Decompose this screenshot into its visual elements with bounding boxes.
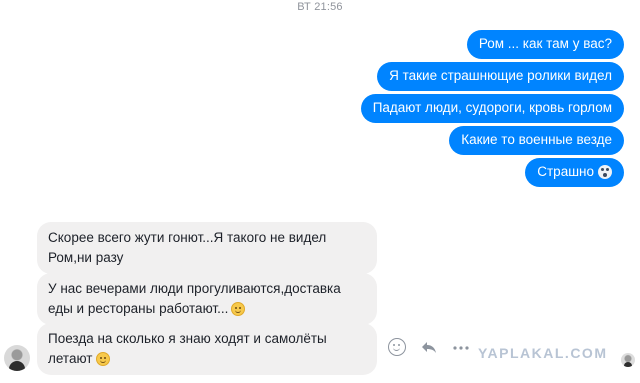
incoming-message[interactable]: Скорее всего жути гонют...Я такого не ви… <box>37 222 377 274</box>
message-line: У нас вечерами люди прогуливаются,достав… <box>48 281 341 296</box>
slight-smile-icon <box>95 352 110 366</box>
reply-icon[interactable] <box>420 338 438 356</box>
message-line: Ром,ни разу <box>48 250 124 265</box>
message-text: Падают люди, судороги, кровь горлом <box>372 100 612 115</box>
message-text: Ром ... как там у вас? <box>478 36 612 51</box>
sender-avatar[interactable] <box>4 345 30 371</box>
outgoing-message[interactable]: Какие то военные везде <box>449 126 624 155</box>
outgoing-message[interactable]: Ром ... как там у вас? <box>466 30 624 59</box>
more-icon[interactable] <box>452 339 470 357</box>
message-text: Страшно <box>537 164 594 179</box>
incoming-message[interactable]: У нас вечерами люди прогуливаются,достав… <box>37 273 377 325</box>
message-text: Какие то военные везде <box>461 132 612 147</box>
message-line: еды и рестораны работают... <box>48 299 365 319</box>
message-line: летают <box>48 349 365 369</box>
message-line: Скорее всего жути гонют...Я такого не ви… <box>48 230 327 245</box>
incoming-message[interactable]: Поезда на сколько я знаю ходят и самолёт… <box>37 323 377 375</box>
outgoing-message[interactable]: Страшно <box>525 158 624 187</box>
seen-avatar <box>621 353 635 367</box>
outgoing-message[interactable]: Я такие страшнющие ролики видел <box>377 62 624 91</box>
watermark-logo: YAPLAKAL.COM <box>478 345 608 361</box>
outgoing-message[interactable]: Падают люди, судороги, кровь горлом <box>360 94 624 123</box>
message-text: Я такие страшнющие ролики видел <box>389 68 612 83</box>
slight-smile-icon <box>231 302 246 316</box>
face-screaming-icon <box>598 165 612 179</box>
react-icon[interactable] <box>388 338 406 356</box>
conversation-timestamp: ВТ 21:56 <box>297 1 343 13</box>
message-line: Поезда на сколько я знаю ходят и самолёт… <box>48 331 327 346</box>
